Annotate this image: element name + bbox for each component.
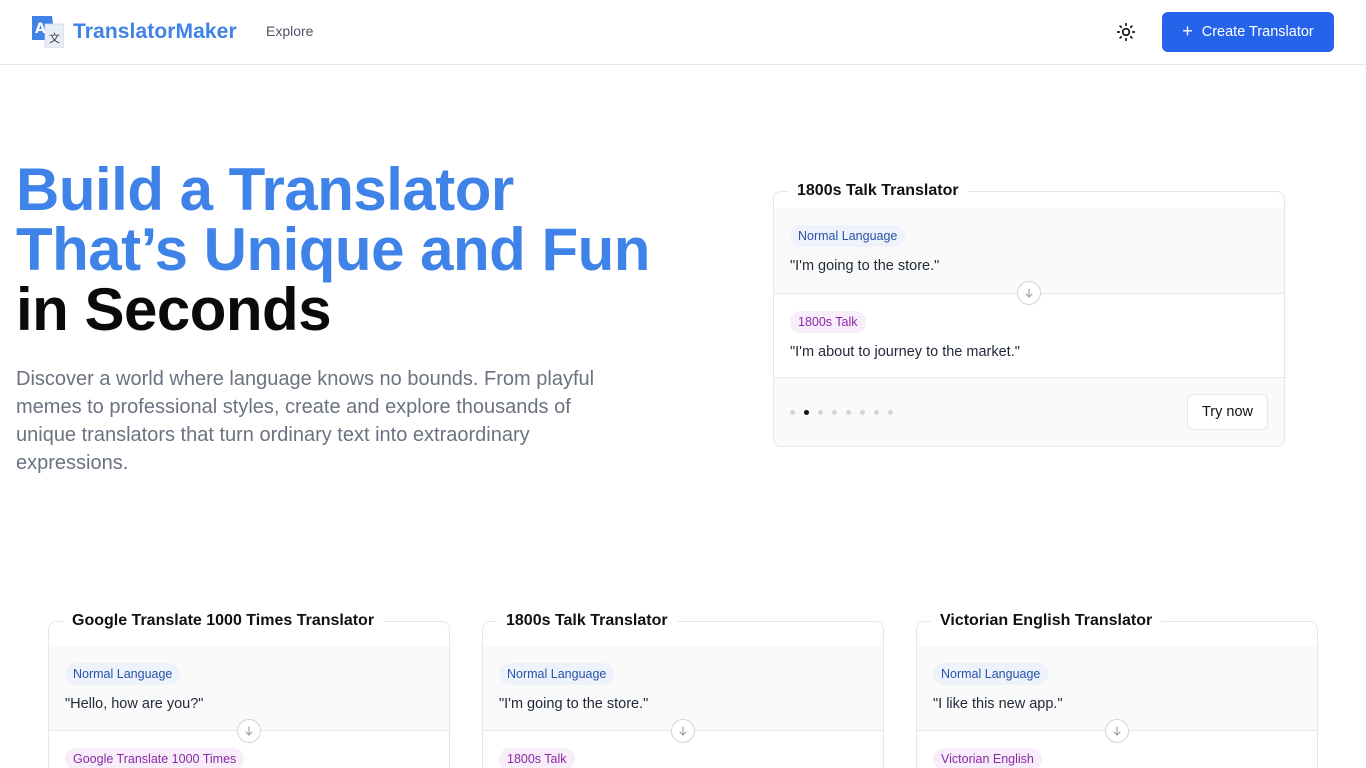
sun-icon — [1116, 22, 1136, 42]
hero-title-line1: Build a Translator — [16, 156, 514, 223]
carousel-dot[interactable] — [832, 410, 837, 415]
translator-card[interactable]: Google Translate 1000 Times Translator N… — [48, 610, 450, 768]
card-title: Google Translate 1000 Times Translator — [63, 610, 384, 632]
input-language-badge: Normal Language — [933, 663, 1049, 685]
carousel-dot[interactable] — [846, 410, 851, 415]
carousel-dot[interactable] — [804, 410, 809, 415]
input-example-text: "I'm going to the store." — [790, 258, 940, 274]
output-language-badge: 1800s Talk — [790, 311, 866, 333]
svg-text:文: 文 — [49, 31, 60, 45]
output-section: Google Translate 1000 Times — [49, 731, 449, 768]
carousel-dot[interactable] — [860, 410, 865, 415]
input-language-badge: Normal Language — [499, 663, 615, 685]
input-language-badge: Normal Language — [790, 225, 906, 247]
output-language-badge: Victorian English — [933, 748, 1042, 768]
create-translator-button[interactable]: + Create Translator — [1162, 12, 1334, 52]
card-title: 1800s Talk Translator — [788, 180, 968, 202]
card-title: 1800s Talk Translator — [497, 610, 677, 632]
input-example-text: "I'm going to the store." — [499, 696, 649, 712]
carousel-dot[interactable] — [888, 410, 893, 415]
output-section: 1800s Talk "I'm about to journey to the … — [774, 294, 1284, 378]
carousel-dots[interactable] — [790, 410, 902, 415]
input-example-text: "Hello, how are you?" — [65, 696, 204, 712]
create-translator-label: Create Translator — [1201, 24, 1314, 40]
translator-card[interactable]: 1800s Talk Translator Normal Language "I… — [482, 610, 884, 768]
hero-title: Build a Translator That’s Unique and Fun… — [16, 160, 650, 340]
output-section: 1800s Talk — [483, 731, 883, 768]
featured-translator-card: 1800s Talk Translator Normal Language "I… — [773, 180, 1285, 447]
output-language-badge: 1800s Talk — [499, 748, 575, 768]
output-example-text: "I'm about to journey to the market." — [790, 344, 1020, 360]
output-language-badge: Google Translate 1000 Times — [65, 748, 245, 768]
input-example-text: "I like this new app." — [933, 696, 1063, 712]
input-language-badge: Normal Language — [65, 663, 181, 685]
hero-title-line2: That’s Unique and Fun — [16, 216, 650, 283]
plus-icon: + — [1182, 21, 1193, 41]
card-title: Victorian English Translator — [931, 610, 1162, 632]
translator-card[interactable]: Victorian English Translator Normal Lang… — [916, 610, 1318, 768]
theme-toggle-button[interactable] — [1114, 20, 1138, 44]
hero-description: Discover a world where language knows no… — [16, 368, 595, 474]
logo-text: TranslatorMaker — [73, 20, 237, 43]
carousel-dot[interactable] — [818, 410, 823, 415]
svg-text:A: A — [35, 21, 46, 37]
try-now-button[interactable]: Try now — [1187, 394, 1268, 430]
carousel-dot[interactable] — [874, 410, 879, 415]
top-header: A 文 TranslatorMaker Explore + Create Tra… — [0, 0, 1366, 65]
carousel-dot[interactable] — [790, 410, 795, 415]
translate-logo-icon: A 文 — [32, 16, 65, 49]
card-footer: Try now — [774, 377, 1284, 446]
nav-explore-link[interactable]: Explore — [266, 23, 313, 39]
output-section: Victorian English — [917, 731, 1317, 768]
logo[interactable]: A 文 TranslatorMaker — [32, 16, 237, 49]
hero-title-line3: in Seconds — [16, 276, 332, 343]
